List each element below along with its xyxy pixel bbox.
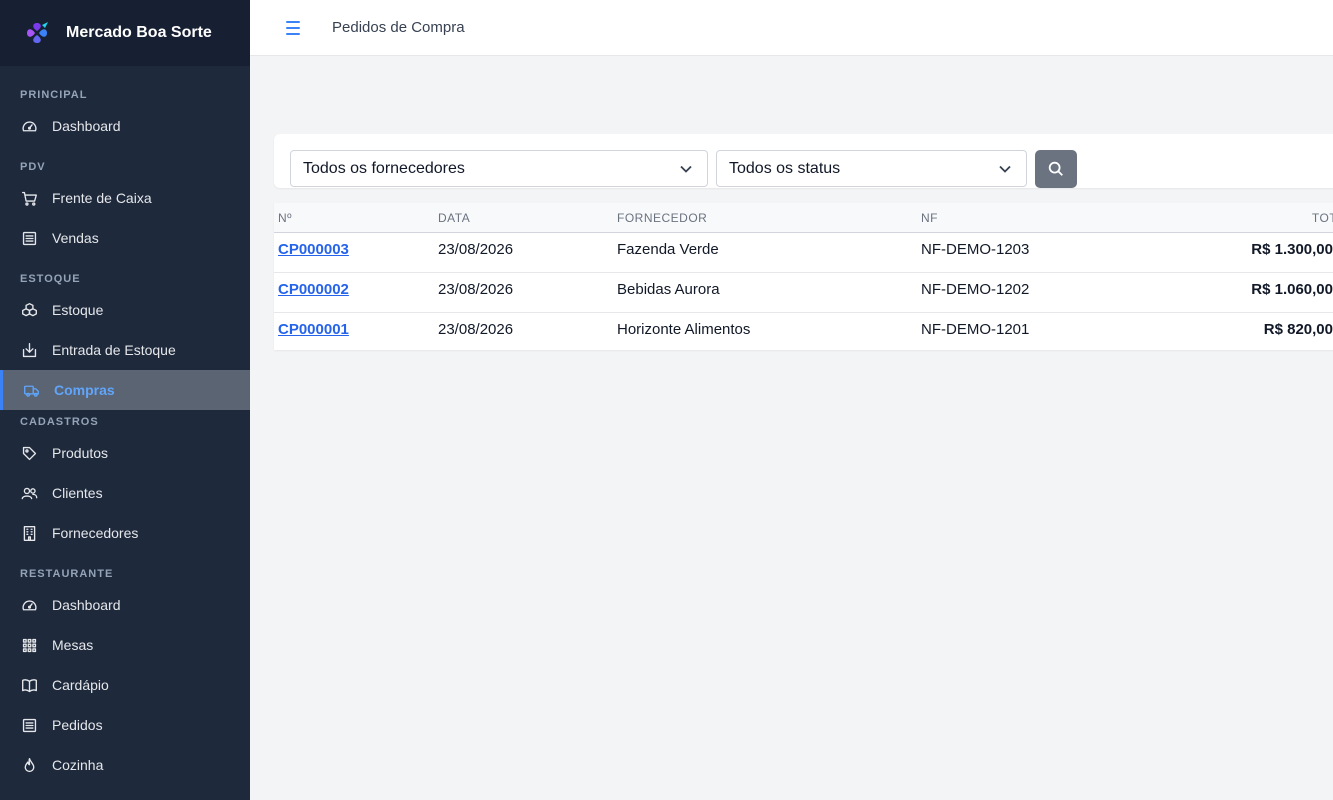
sidebar: Mercado Boa Sorte PRINCIPAL Dashboard PD… [0, 0, 250, 800]
brand[interactable]: Mercado Boa Sorte [0, 0, 250, 66]
list-icon [20, 229, 38, 247]
fire-icon [20, 756, 38, 774]
sidebar-item-frente-de-caixa[interactable]: Frente de Caixa [0, 178, 250, 218]
order-date: 23/08/2026 [438, 281, 514, 298]
sidebar-item-label: Entrada de Estoque [52, 342, 176, 358]
brand-logo-icon [27, 22, 48, 43]
sidebar-item-restaurante-dashboard[interactable]: Dashboard [0, 585, 250, 625]
chevron-down-icon [998, 162, 1012, 176]
order-date: 23/08/2026 [438, 241, 514, 258]
sidebar-item-cozinha[interactable]: Cozinha [0, 745, 250, 785]
people-icon [20, 484, 38, 502]
search-icon [1048, 161, 1063, 176]
grid-icon [20, 636, 38, 654]
column-header-nf[interactable]: NF [921, 211, 938, 225]
sidebar-item-label: Mesas [52, 637, 94, 653]
sidebar-item-label: Frente de Caixa [52, 190, 152, 206]
column-header-date[interactable]: DATA [438, 211, 470, 225]
book-icon [20, 676, 38, 694]
sidebar-item-label: Fornecedores [52, 525, 139, 541]
purchase-orders-table: Nº DATA FORNECEDOR NF TOTAL CP000003 23/… [274, 203, 1333, 350]
table-row: CP000001 23/08/2026 Horizonte Alimentos … [274, 313, 1333, 352]
sidebar-item-label: Clientes [52, 485, 103, 501]
table-header: Nº DATA FORNECEDOR NF TOTAL [274, 203, 1333, 233]
filter-card: Todos os fornecedores Todos os status [274, 134, 1333, 188]
order-date: 23/08/2026 [438, 321, 514, 338]
sidebar-item-label: Cozinha [52, 757, 104, 773]
sidebar-item-vendas[interactable]: Vendas [0, 218, 250, 258]
order-total: R$ 1.300,00 [1251, 241, 1333, 258]
table-row: CP000003 23/08/2026 Fazenda Verde NF-DEM… [274, 233, 1333, 273]
sidebar-item-label: Estoque [52, 302, 104, 318]
column-header-supplier[interactable]: FORNECEDOR [617, 211, 707, 225]
sidebar-item-label: Cardápio [52, 677, 109, 693]
top-bar: Pedidos de Compra [250, 0, 1333, 56]
sidebar-item-mesas[interactable]: Mesas [0, 625, 250, 665]
sidebar-item-dashboard[interactable]: Dashboard [0, 106, 250, 146]
sidebar-item-label: Dashboard [52, 118, 121, 134]
order-nf: NF-DEMO-1201 [921, 321, 1030, 338]
order-supplier: Bebidas Aurora [617, 281, 720, 298]
truck-icon [22, 381, 40, 399]
brand-name: Mercado Boa Sorte [66, 24, 212, 41]
sidebar-item-label: Pedidos [52, 717, 103, 733]
sidebar-item-pedidos[interactable]: Pedidos [0, 705, 250, 745]
download-box-icon [20, 341, 38, 359]
section-label-principal: PRINCIPAL [20, 89, 88, 101]
sidebar-item-clientes[interactable]: Clientes [0, 473, 250, 513]
order-supplier: Fazenda Verde [617, 241, 719, 258]
sidebar-item-label: Compras [54, 382, 115, 398]
search-button[interactable] [1035, 150, 1077, 188]
sidebar-item-label: Dashboard [52, 597, 121, 613]
cart-icon [20, 189, 38, 207]
sidebar-item-fornecedores[interactable]: Fornecedores [0, 513, 250, 553]
page-title: Pedidos de Compra [332, 19, 465, 36]
section-label-restaurante: RESTAURANTE [20, 568, 114, 580]
supplier-select-value: Todos os fornecedores [303, 159, 465, 177]
supplier-select[interactable]: Todos os fornecedores [290, 150, 708, 187]
sidebar-item-estoque[interactable]: Estoque [0, 290, 250, 330]
section-label-pdv: PDV [20, 161, 46, 173]
section-label-estoque: ESTOQUE [20, 273, 81, 285]
status-select-value: Todos os status [729, 159, 841, 177]
status-select[interactable]: Todos os status [716, 150, 1027, 187]
list-icon [20, 716, 38, 734]
order-nf: NF-DEMO-1203 [921, 241, 1030, 258]
order-total: R$ 820,00 [1263, 321, 1333, 338]
table-row: CP000002 23/08/2026 Bebidas Aurora NF-DE… [274, 273, 1333, 313]
sidebar-item-produtos[interactable]: Produtos [0, 433, 250, 473]
section-label-cadastros: CADASTROS [20, 416, 99, 428]
boxes-icon [20, 301, 38, 319]
order-link[interactable]: CP000003 [278, 241, 349, 258]
dashboard-gauge-icon [20, 117, 38, 135]
order-link[interactable]: CP000002 [278, 281, 349, 298]
sidebar-item-compras[interactable]: Compras [0, 370, 250, 410]
sidebar-item-label: Produtos [52, 445, 109, 461]
order-total: R$ 1.060,00 [1251, 281, 1333, 298]
column-header-total[interactable]: TOTAL [1312, 211, 1333, 225]
sidebar-item-label: Vendas [52, 230, 99, 246]
sidebar-item-entrada-de-estoque[interactable]: Entrada de Estoque [0, 330, 250, 370]
order-nf: NF-DEMO-1202 [921, 281, 1030, 298]
chevron-down-icon [679, 162, 693, 176]
hamburger-menu-icon[interactable] [286, 20, 300, 35]
order-supplier: Horizonte Alimentos [617, 321, 751, 338]
sidebar-item-cardapio[interactable]: Cardápio [0, 665, 250, 705]
tag-icon [20, 444, 38, 462]
column-header-num[interactable]: Nº [278, 211, 292, 225]
dashboard-gauge-icon [20, 596, 38, 614]
building-icon [20, 524, 38, 542]
order-link[interactable]: CP000001 [278, 321, 349, 338]
